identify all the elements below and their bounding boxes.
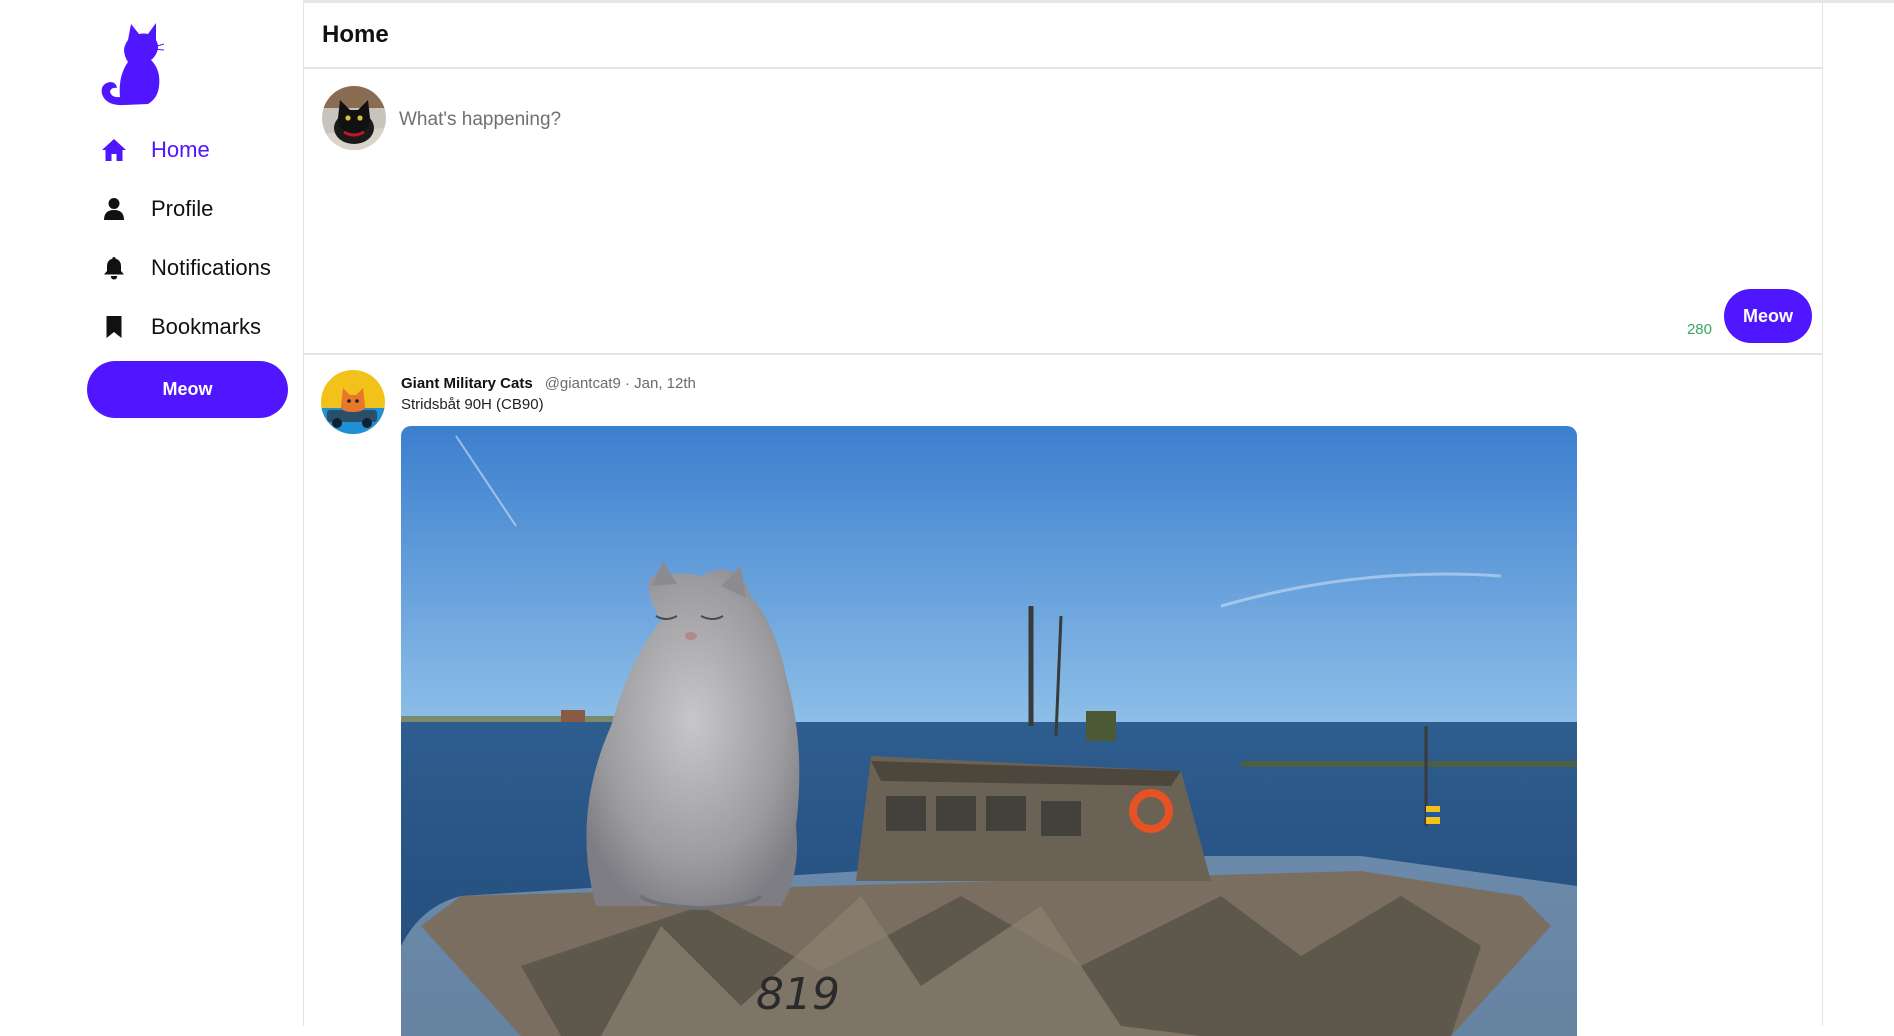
- page-header: Home: [304, 3, 1822, 69]
- main-nav: Home Profile Notifications Bookmarks: [100, 120, 271, 356]
- user-icon: [100, 195, 128, 223]
- user-avatar[interactable]: [322, 86, 386, 150]
- compose-input[interactable]: [397, 99, 1501, 141]
- nav-item-home[interactable]: Home: [100, 120, 271, 179]
- home-icon: [100, 136, 128, 164]
- nav-item-bookmarks[interactable]: Bookmarks: [100, 297, 271, 356]
- meow-post-button[interactable]: Meow: [1724, 289, 1812, 343]
- post-image[interactable]: 819: [401, 426, 1577, 1036]
- nav-item-profile[interactable]: Profile: [100, 179, 271, 238]
- feed-post[interactable]: Giant Military Cats @giantcat9 · Jan, 12t…: [304, 355, 1822, 1036]
- nav-label-profile: Profile: [151, 195, 214, 221]
- nav-label-notifications: Notifications: [151, 254, 271, 280]
- bookmark-icon: [100, 313, 128, 341]
- nav-label-bookmarks: Bookmarks: [151, 313, 262, 339]
- composer: 280 Meow: [304, 69, 1822, 355]
- cat-logo[interactable]: [98, 20, 164, 108]
- page-title: Home: [322, 21, 389, 48]
- main-column: Home 280 Meow: [303, 3, 1823, 1036]
- post-text: Stridsbåt 90H (CB90): [401, 396, 544, 413]
- nav-label-home: Home: [151, 136, 210, 162]
- author-avatar[interactable]: [321, 370, 385, 434]
- author-name[interactable]: Giant Military Cats: [401, 375, 533, 392]
- nav-item-notifications[interactable]: Notifications: [100, 238, 271, 297]
- author-handle-date: @giantcat9 · Jan, 12th: [544, 375, 696, 392]
- post-header: Giant Military Cats @giantcat9 · Jan, 12t…: [401, 375, 696, 392]
- character-count: 280: [1686, 321, 1712, 338]
- meow-button-sidebar[interactable]: Meow: [87, 361, 288, 418]
- sidebar: Home Profile Notifications Bookmarks Meo…: [0, 0, 303, 1026]
- bell-icon: [100, 254, 128, 282]
- hull-number: 819: [756, 969, 840, 1020]
